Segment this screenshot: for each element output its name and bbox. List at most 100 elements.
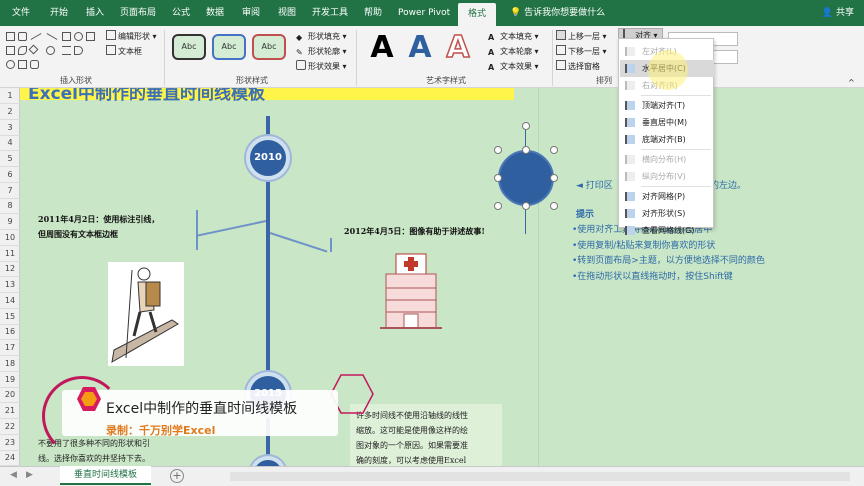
circle-shape-icon[interactable] [46, 46, 55, 55]
textbox-shape-icon[interactable] [6, 46, 15, 55]
resize-handle-n[interactable] [522, 146, 530, 154]
text-box-button[interactable]: 文本框 [106, 45, 142, 59]
square-shape-icon[interactable] [62, 32, 71, 41]
align-menu-item[interactable]: 对齐形状(S) [620, 205, 714, 222]
row-number[interactable]: 11 [0, 246, 20, 262]
scroll-left-icon[interactable]: ◀ [10, 470, 17, 480]
wordart-style-outline[interactable]: A [440, 29, 476, 66]
align-menu-item[interactable]: 垂直居中(M) [620, 114, 714, 131]
tab-insert[interactable]: 插入 [86, 0, 104, 26]
sheet-tab-timeline[interactable]: 垂直时间线模板 [60, 466, 152, 485]
tab-page-layout[interactable]: 页面布局 [120, 0, 156, 26]
row-number[interactable]: 5 [0, 151, 20, 167]
align-menu-item[interactable]: 底端对齐(B) [620, 131, 714, 148]
align-menu-item[interactable]: 纵向分布(V) [620, 168, 714, 185]
tab-home[interactable]: 开始 [50, 0, 68, 26]
line-shape-icon[interactable] [30, 33, 42, 40]
align-menu-item[interactable]: 顶端对齐(T) [620, 97, 714, 114]
shape-style-preset-1[interactable]: Abc [172, 34, 206, 60]
event-2011-line2[interactable]: 但周围没有文本框边框 [38, 227, 118, 242]
selected-circle-shape[interactable] [498, 150, 554, 206]
oval-shape-icon-2[interactable] [6, 60, 15, 69]
text-outline-button[interactable]: A 文本轮廓 ▾ [488, 45, 539, 59]
callout-leader-tick-right[interactable] [330, 238, 332, 252]
tab-formulas[interactable]: 公式 [172, 0, 190, 26]
row-number[interactable]: 9 [0, 214, 20, 230]
tab-file[interactable]: 文件 [12, 0, 30, 26]
row-number[interactable]: 19 [0, 372, 20, 388]
edit-shape-button[interactable]: 编辑形状 ▾ [106, 30, 157, 44]
rotate-handle[interactable] [522, 122, 530, 130]
row-number[interactable]: 22 [0, 419, 20, 435]
wave-shape-icon[interactable] [18, 46, 27, 55]
bring-forward-button[interactable]: 上移一层 ▾ [556, 30, 607, 44]
rect-shape-icon-2[interactable] [18, 60, 27, 69]
resize-handle-nw[interactable] [494, 146, 502, 154]
callout-leader-tick-left[interactable] [196, 210, 198, 250]
selection-pane-button[interactable]: 选择窗格 [556, 60, 600, 74]
shape-gallery[interactable] [6, 30, 110, 72]
resize-handle-sw[interactable] [494, 202, 502, 210]
tab-help[interactable]: 帮助 [364, 0, 382, 26]
row-number[interactable]: 17 [0, 340, 20, 356]
resize-handle-se[interactable] [550, 202, 558, 210]
row-number[interactable]: 16 [0, 324, 20, 341]
row-number[interactable]: 13 [0, 277, 20, 293]
share-button[interactable]: 👤 共享 [822, 0, 854, 26]
arrow-shape-icon[interactable] [46, 33, 58, 40]
row-number[interactable]: 24 [0, 450, 20, 466]
row-number[interactable]: 14 [0, 293, 20, 309]
resize-handle-ne[interactable] [550, 146, 558, 154]
rounded-shape-icon-2[interactable] [30, 60, 39, 69]
tab-review[interactable]: 审阅 [242, 0, 260, 26]
row-number[interactable]: 7 [0, 183, 20, 199]
year-badge-next[interactable] [250, 456, 286, 466]
text-fill-button[interactable]: A 文本填充 ▾ [488, 30, 539, 44]
text-effects-button[interactable]: A 文本效果 ▾ [488, 60, 539, 74]
row-number[interactable]: 18 [0, 356, 20, 372]
bracket-shape-icon[interactable] [62, 46, 71, 55]
horizontal-scrollbar[interactable] [230, 472, 850, 481]
event-2012[interactable]: 2012年4月5日：图像有助于讲述故事! [344, 224, 485, 239]
shape-fill-button[interactable]: ◆ 形状填充 ▾ [296, 30, 347, 44]
row-number[interactable]: 3 [0, 120, 20, 136]
event-2011-line1[interactable]: 2011年4月2日：使用标注引线， [38, 212, 159, 227]
rounded-rect-shape-icon[interactable] [18, 32, 27, 41]
row-number[interactable]: 23 [0, 435, 20, 451]
tab-view[interactable]: 视图 [278, 0, 296, 26]
tab-data[interactable]: 数据 [206, 0, 224, 26]
row-number[interactable]: 20 [0, 387, 20, 404]
tab-developer[interactable]: 开发工具 [312, 0, 348, 26]
year-badge-2010[interactable]: 2010 [246, 136, 290, 180]
row-number[interactable]: 8 [0, 198, 20, 215]
tab-power-pivot[interactable]: Power Pivot [398, 0, 450, 26]
shape-style-preset-2[interactable]: Abc [212, 34, 246, 60]
scroll-right-icon[interactable]: ▶ [26, 470, 33, 480]
row-number[interactable]: 4 [0, 135, 20, 152]
row-number[interactable]: 6 [0, 167, 20, 183]
row-number[interactable]: 1 [0, 88, 20, 104]
oval-shape-icon[interactable] [74, 32, 83, 41]
shape-outline-button[interactable]: ✎ 形状轮廓 ▾ [296, 45, 347, 59]
align-menu-item[interactable]: 对齐网格(P) [620, 188, 714, 205]
add-sheet-icon[interactable]: + [170, 469, 184, 483]
wordart-style-blue[interactable]: A [402, 30, 438, 66]
hospital-illustration[interactable] [380, 248, 442, 338]
tell-me-box[interactable]: 💡 告诉我你想要做什么 [510, 0, 605, 26]
callout-leader-line-left[interactable] [197, 220, 267, 237]
shape-effects-button[interactable]: 形状效果 ▾ [296, 60, 347, 74]
align-menu-item[interactable]: 横向分布(H) [620, 151, 714, 168]
callout-leader-line-right[interactable] [269, 232, 328, 253]
diamond-shape-icon[interactable] [28, 44, 39, 55]
align-menu-item[interactable]: 查看网格线(G) [620, 222, 714, 239]
box-shape-icon[interactable] [86, 32, 95, 41]
wordart-style-black[interactable]: A [364, 30, 400, 66]
resize-handle-w[interactable] [494, 174, 502, 182]
shape-style-preset-3[interactable]: Abc [252, 34, 286, 60]
resize-handle-e[interactable] [550, 174, 558, 182]
send-backward-button[interactable]: 下移一层 ▾ [556, 45, 607, 59]
row-number[interactable]: 2 [0, 104, 20, 120]
row-number[interactable]: 12 [0, 261, 20, 278]
hiker-illustration[interactable] [108, 262, 184, 366]
row-number[interactable]: 21 [0, 403, 20, 419]
